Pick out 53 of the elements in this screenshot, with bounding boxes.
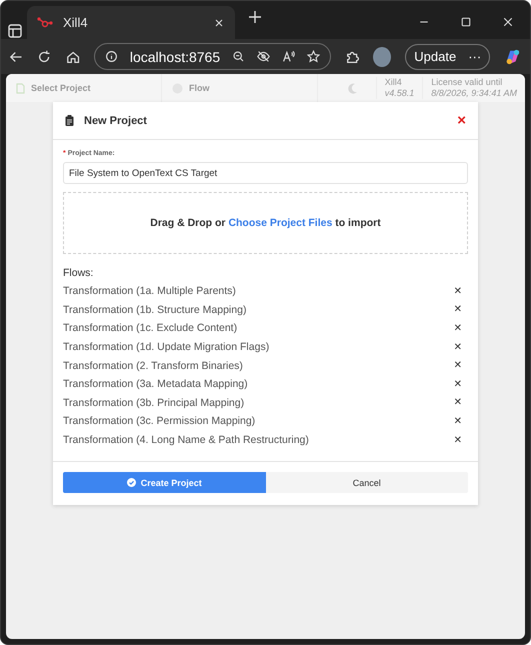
- check-circle-icon: [126, 478, 136, 488]
- tab-panel-icon[interactable]: [7, 23, 23, 39]
- star-icon[interactable]: [307, 50, 320, 63]
- flow-name: Transformation (4. Long Name & Path Restructuring): [63, 434, 309, 446]
- remove-flow-button[interactable]: ✕: [454, 360, 462, 372]
- close-icon[interactable]: [502, 16, 514, 28]
- dialog-title: New Project: [84, 114, 148, 126]
- license-date: 8/8/2026, 9:34:41 AM: [431, 88, 517, 99]
- flow-name: Transformation (3c. Permission Mapping): [63, 415, 256, 428]
- remove-flow-button[interactable]: ✕: [454, 397, 462, 408]
- project-name-field[interactable]: File System to OpenText CS Target: [63, 162, 468, 184]
- more-label: ···: [468, 49, 482, 64]
- cancel-button[interactable]: Cancel: [266, 472, 468, 494]
- profile-avatar[interactable]: [373, 46, 392, 66]
- remove-flow-button[interactable]: ✕: [454, 322, 462, 334]
- read-aloud-icon[interactable]: [282, 50, 296, 63]
- remove-flow-button[interactable]: ✕: [454, 286, 462, 297]
- flow-name: Transformation (1a. Multiple Parents): [63, 285, 236, 298]
- remove-flow-button[interactable]: ✕: [454, 416, 462, 427]
- remove-flow-button[interactable]: ✕: [454, 434, 462, 446]
- close-icon[interactable]: [213, 16, 225, 28]
- maximize-icon[interactable]: [460, 16, 472, 28]
- app-version: v4.58.1: [384, 88, 414, 99]
- molecule-logo-icon: [37, 16, 53, 28]
- update-button[interactable]: Update ···: [405, 44, 490, 70]
- tab-title: Xill4: [63, 15, 89, 30]
- eye-slash-icon[interactable]: [257, 50, 270, 63]
- create-project-button[interactable]: Create Project: [63, 472, 266, 494]
- flow-name: Transformation (3a. Metadata Mapping): [63, 378, 248, 390]
- new-tab-icon[interactable]: [247, 9, 263, 25]
- address-bar[interactable]: localhost:8765: [94, 43, 332, 70]
- refresh-icon[interactable]: [37, 48, 52, 64]
- flows-label: Flows:: [63, 267, 94, 279]
- app-name: Xill4: [384, 77, 403, 88]
- flow-name: Transformation (3b. Principal Mapping): [63, 396, 244, 409]
- close-button[interactable]: ×: [457, 112, 466, 129]
- flow-name: Transformation (1b. Structure Mapping): [63, 304, 246, 316]
- clipboard-icon: [65, 115, 74, 126]
- license-label: License valid until: [431, 77, 504, 88]
- address-text: localhost:8765: [130, 48, 220, 64]
- remove-flow-button[interactable]: ✕: [454, 378, 462, 390]
- flow-name: Transformation (1c. Exclude Content): [63, 322, 238, 334]
- flow-name: Transformation (2. Transform Binaries): [63, 360, 243, 372]
- drop-zone[interactable]: Drag & Drop or Choose Project Files to import: [63, 192, 468, 254]
- flow-name: Transformation (1d. Update Migration Flags): [63, 341, 270, 354]
- remove-flow-button[interactable]: ✕: [454, 342, 462, 353]
- browser-tab[interactable]: Xill4: [27, 6, 235, 39]
- drop-zone-text: Drag & Drop or Choose Project Files to import: [150, 217, 381, 229]
- file-icon: [16, 82, 25, 94]
- zoom-out-icon[interactable]: [232, 50, 246, 63]
- choose-files-link[interactable]: Choose Project Files: [228, 217, 332, 229]
- remove-flow-button[interactable]: ✕: [454, 304, 462, 316]
- info-icon[interactable]: [104, 50, 118, 63]
